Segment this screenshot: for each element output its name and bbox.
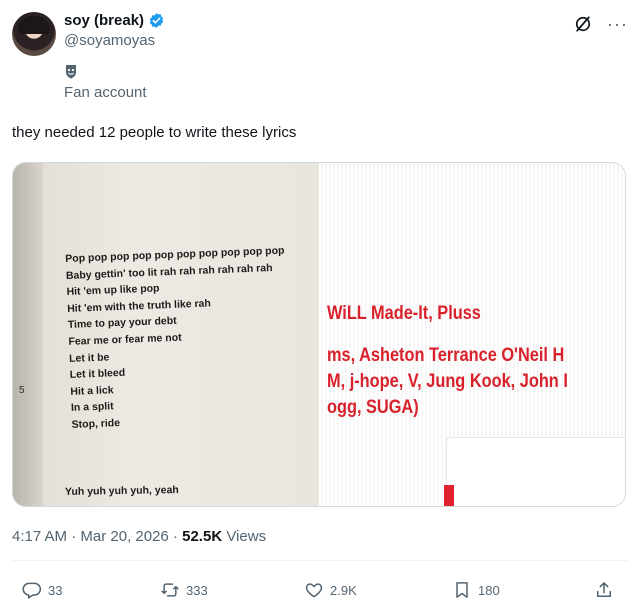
lyrics-photo[interactable]: 5 Pop pop pop pop pop pop pop pop pop po… [13, 163, 319, 506]
repost-icon [161, 583, 179, 597]
tweet-time[interactable]: 4:17 AM [12, 528, 67, 545]
repost-button[interactable]: 333 [160, 580, 208, 600]
tweet-text: they needed 12 people to write these lyr… [12, 124, 297, 141]
meta-separator: · [71, 528, 77, 545]
reply-button[interactable]: 33 [22, 580, 62, 600]
tweet-meta: 4:17 AM · Mar 20, 2026 · 52.5K Views [12, 528, 266, 545]
display-name[interactable]: soy (break) [64, 12, 144, 29]
reply-icon [22, 582, 42, 599]
divider [12, 560, 628, 561]
share-button[interactable] [594, 580, 614, 600]
avatar[interactable] [12, 12, 56, 56]
album-tab [446, 437, 625, 506]
credit-line: WiLL Made-It, Pluss [327, 303, 481, 324]
name-row: soy (break) [64, 12, 165, 29]
credit-line: M, j-hope, V, Jung Kook, John I [327, 371, 568, 392]
share-icon [597, 582, 611, 597]
action-bar: 33 333 2.9K 180 [12, 580, 628, 606]
reply-count: 33 [48, 582, 63, 598]
like-button[interactable]: 2.9K [304, 580, 357, 600]
bookmark-button[interactable]: 180 [452, 580, 500, 600]
views-count: 52.5K [182, 528, 223, 545]
affiliation-label[interactable]: Fan account [64, 84, 147, 101]
credits-photo[interactable]: WiLL Made-It, Pluss ms, Asheton Terrance… [321, 163, 625, 506]
fan-account-badge-icon [66, 65, 76, 79]
tweet-header: soy (break) @soyamoyas Fan account [64, 12, 165, 101]
top-actions: ··· [573, 14, 628, 34]
like-icon [305, 583, 323, 598]
views-label: Views [226, 528, 267, 545]
page-number: 5 [19, 385, 25, 396]
tweet-card: soy (break) @soyamoyas Fan account ··· t… [0, 0, 640, 615]
bookmark-count: 180 [478, 582, 500, 598]
lyrics-block: Pop pop pop pop pop pop pop pop pop pop … [65, 243, 291, 434]
media-grid[interactable]: 5 Pop pop pop pop pop pop pop pop pop po… [12, 162, 626, 507]
handle[interactable]: @soyamoyas [64, 32, 165, 49]
more-icon[interactable]: ··· [607, 15, 628, 33]
verified-badge-icon [149, 13, 164, 28]
repost-count: 333 [186, 582, 208, 598]
tweet-date[interactable]: Mar 20, 2026 [80, 528, 168, 545]
credit-line: ms, Asheton Terrance O'Neil H [327, 345, 565, 366]
lyric-line-last: Yuh yuh yuh yuh, yeah [64, 484, 179, 498]
grok-icon[interactable] [573, 14, 593, 34]
page-edge [13, 163, 43, 506]
like-count: 2.9K [330, 582, 357, 598]
bookmark-icon [456, 582, 468, 598]
credit-line: ogg, SUGA) [327, 397, 419, 418]
red-mark [444, 485, 454, 506]
meta-separator: · [172, 528, 178, 545]
